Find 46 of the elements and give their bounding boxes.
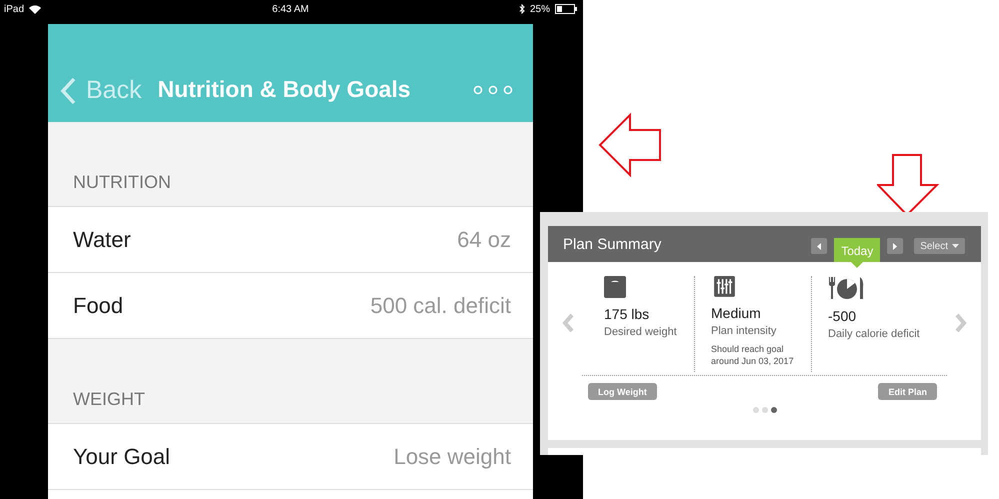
select-dropdown[interactable]: Select [914,238,965,254]
triangle-right-icon [893,242,898,250]
next-button[interactable] [887,238,904,254]
row-value: Lose weight [394,444,511,470]
more-icon[interactable] [473,85,513,95]
settings-row[interactable]: Water 64 oz [48,207,533,273]
battery-icon [554,4,577,14]
caret-down-icon [952,244,959,248]
row-label: Water [73,226,131,252]
row-label: Your Goal [73,444,170,470]
battery-percent: 25% [530,4,550,14]
metric-label: Desired weight [604,326,677,338]
action-button[interactable]: Edit Plan [878,383,937,400]
page-dot[interactable] [752,407,758,413]
metric-label: Daily calorie deficit [828,328,920,340]
metric-value: 175 lbs [604,306,650,322]
page-dot[interactable] [762,407,768,413]
wifi-icon [29,4,42,14]
row-value: 64 oz [457,226,511,252]
triangle-left-icon [817,242,822,250]
back-button[interactable]: Back [60,76,142,105]
sliders-icon [711,276,738,297]
screen-title: Nutrition & Body Goals [158,76,412,104]
carousel-left-icon[interactable] [562,313,574,333]
section-header: WEIGHT [73,389,145,409]
goal-note: Should reach goal around Jun 03, 2017 [711,342,795,368]
plate-cutlery-icon [828,276,865,300]
left-arrow-drawing [598,113,662,177]
previous-button[interactable] [811,238,828,254]
card-title: Plan Summary [563,236,662,252]
clock-time: 6:43 AM [272,4,309,14]
bluetooth-icon [518,4,525,14]
row-value: 500 cal. deficit [370,292,511,318]
tab-pointer-icon [851,262,864,268]
metric-value: -500 [828,308,856,324]
metric-value: Medium [711,304,761,321]
section-header: NUTRITION [73,172,171,192]
metric-label: Plan intensity [711,324,776,337]
chevron-left-icon [60,76,76,104]
settings-row[interactable]: Food 500 cal. deficit [48,273,533,339]
device-name: iPad [4,4,24,14]
scale-icon [604,276,626,298]
row-label: Food [73,292,124,318]
page-dot[interactable] [770,407,776,413]
action-button[interactable]: Log Weight [588,383,657,400]
carousel-right-icon[interactable] [955,313,967,333]
